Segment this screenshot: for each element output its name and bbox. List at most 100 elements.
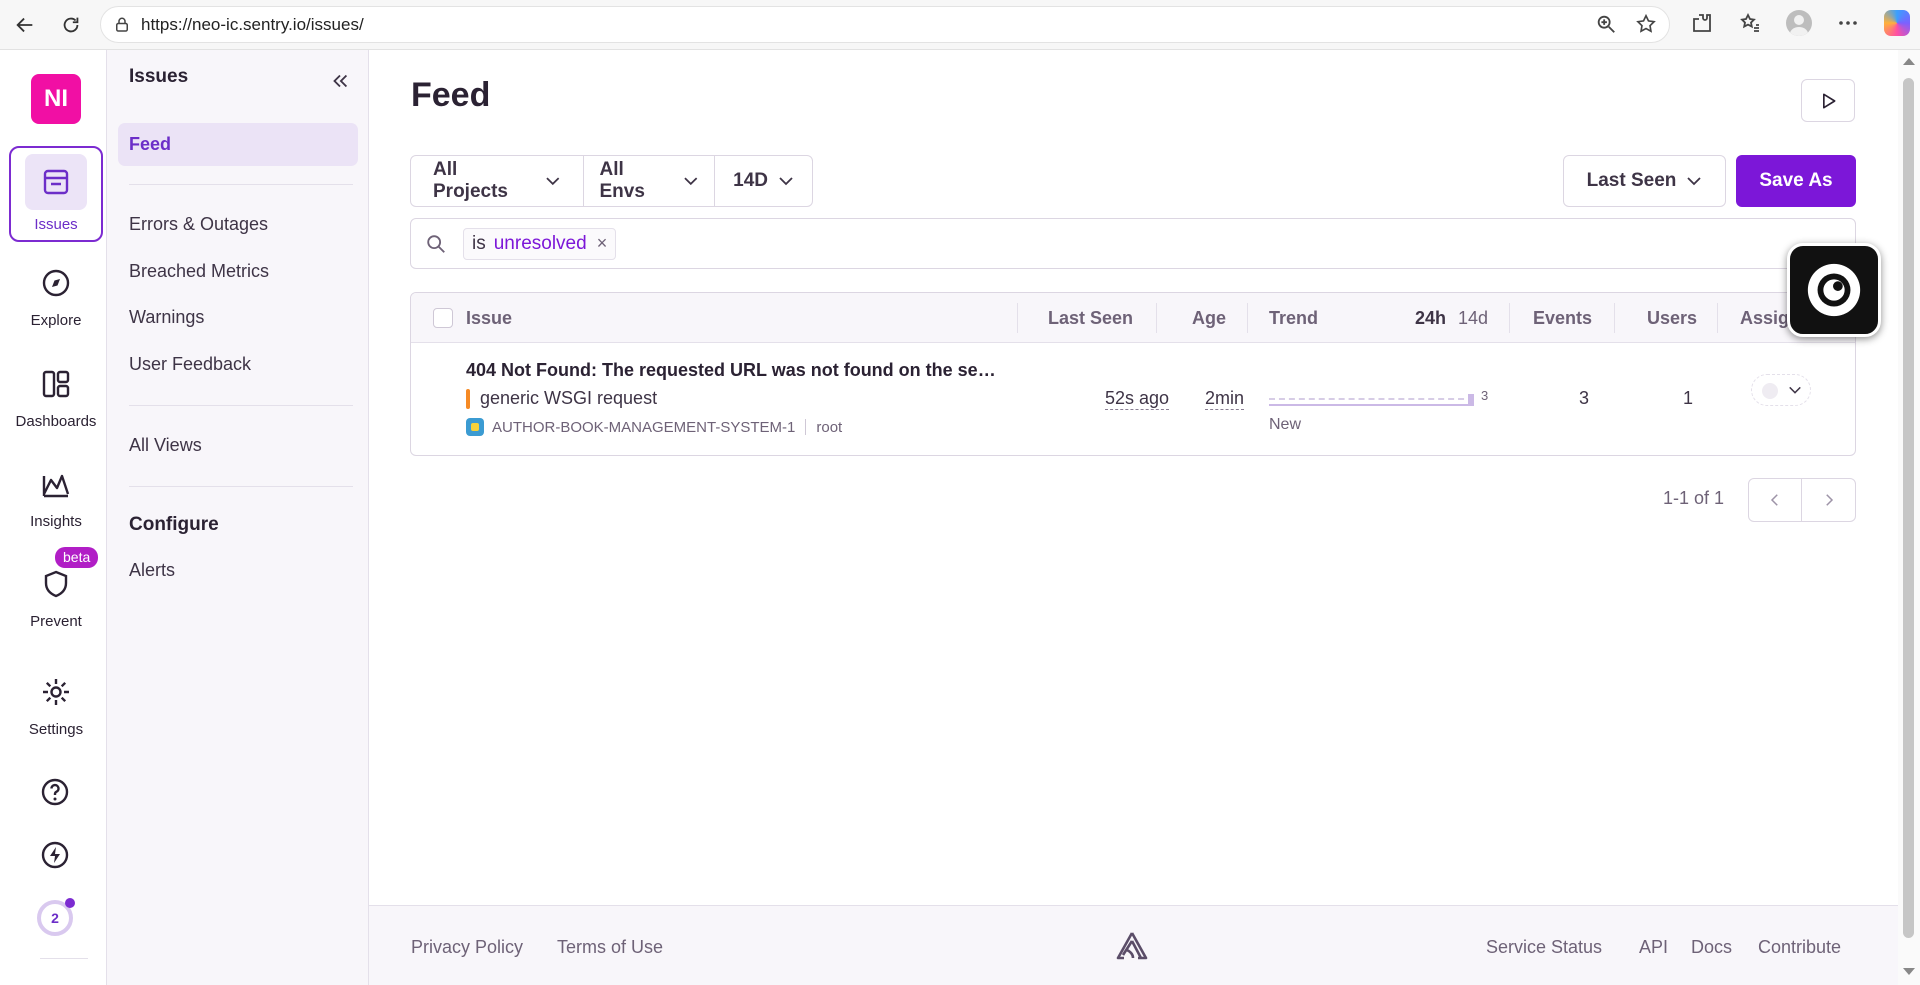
header-trend: Trend [1269, 307, 1319, 328]
api-link[interactable]: API [1639, 937, 1668, 958]
insights-icon [42, 474, 70, 498]
save-as-button[interactable]: Save As [1736, 155, 1856, 207]
help-button[interactable] [35, 772, 75, 812]
star-icon[interactable] [1635, 13, 1657, 35]
rail-item-issues[interactable]: Issues [9, 146, 103, 242]
logger-name: root [816, 418, 843, 436]
issue-table: Issue Last Seen Age Trend 24h 14d Events… [410, 292, 1856, 456]
trend-sparkline: 3 New [1269, 376, 1489, 436]
gear-icon [43, 679, 69, 705]
reload-button[interactable] [56, 10, 86, 40]
users-count: 1 [1683, 388, 1694, 408]
events-count: 3 [1579, 388, 1590, 408]
issue-culprit: generic WSGI request [466, 388, 657, 409]
copilot-icon[interactable] [1884, 10, 1910, 36]
secnav-item-all-views[interactable]: All Views [118, 424, 358, 467]
profile-avatar[interactable] [1786, 10, 1812, 36]
primary-nav-rail: NI Issues Explore Dashboards Insights Pr… [0, 50, 107, 985]
secnav-section-configure: Configure [129, 514, 219, 535]
collapse-sidebar-button[interactable] [325, 66, 355, 96]
next-page-button[interactable] [1802, 479, 1855, 521]
rail-item-insights[interactable]: Insights [9, 451, 103, 547]
camera-lens-icon [1807, 263, 1861, 317]
issue-search-bar[interactable]: is unresolved × [410, 218, 1856, 269]
header-users[interactable]: Users [1647, 293, 1697, 343]
project-filter[interactable]: All Projects [411, 156, 584, 206]
address-bar[interactable]: https://neo-ic.sentry.io/issues/ [100, 6, 1670, 43]
browser-chrome: https://neo-ic.sentry.io/issues/ [0, 0, 1920, 50]
select-all-checkbox[interactable] [433, 308, 453, 328]
assignee-selector[interactable] [1751, 374, 1811, 406]
terms-of-use-link[interactable]: Terms of Use [557, 937, 663, 958]
shield-icon [44, 570, 68, 598]
favorites-icon[interactable] [1738, 11, 1762, 35]
header-age[interactable]: Age [1192, 293, 1226, 343]
secnav-item-feed[interactable]: Feed [118, 123, 358, 166]
sort-dropdown[interactable]: Last Seen [1563, 155, 1726, 207]
secnav-item-user-feedback[interactable]: User Feedback [118, 343, 358, 386]
zoom-icon[interactable] [1595, 13, 1617, 35]
privacy-policy-link[interactable]: Privacy Policy [411, 937, 523, 958]
url-text: https://neo-ic.sentry.io/issues/ [141, 14, 364, 34]
issues-icon [43, 169, 69, 195]
secnav-divider [129, 405, 353, 406]
header-events[interactable]: Events [1533, 293, 1592, 343]
issue-meta: AUTHOR-BOOK-MANAGEMENT-SYSTEM-1 root [466, 418, 842, 436]
help-icon [41, 778, 69, 806]
chevron-left-icon [1770, 494, 1778, 506]
secnav-divider [129, 486, 353, 487]
scrollbar-thumb[interactable] [1903, 78, 1914, 938]
dashboards-icon [42, 370, 70, 398]
play-icon [1823, 93, 1836, 108]
secnav-item-warnings[interactable]: Warnings [118, 296, 358, 339]
org-avatar[interactable]: NI [31, 74, 81, 124]
docs-link[interactable]: Docs [1691, 937, 1732, 958]
page-filter-bar: All Projects All Envs 14D [410, 155, 813, 207]
reload-icon [63, 17, 79, 32]
page-scrollbar[interactable] [1898, 50, 1920, 985]
more-icon[interactable] [1836, 11, 1860, 35]
unassigned-avatar [1762, 383, 1778, 399]
onboarding-progress[interactable]: 2 [37, 898, 75, 936]
contribute-link[interactable]: Contribute [1758, 937, 1841, 958]
lightning-icon [41, 841, 69, 869]
secnav-item-errors-outages[interactable]: Errors & Outages [118, 203, 358, 246]
sentry-logo-icon [1116, 932, 1148, 960]
previous-page-button[interactable] [1749, 479, 1803, 521]
rail-item-dashboards[interactable]: Dashboards [9, 351, 103, 447]
table-row[interactable]: 404 Not Found: The requested URL was not… [411, 344, 1855, 455]
rail-item-explore[interactable]: Explore [9, 250, 103, 346]
rail-divider [40, 958, 88, 959]
environment-filter[interactable]: All Envs [584, 156, 716, 206]
pagination-caption: 1-1 of 1 [1663, 488, 1725, 508]
realtime-play-button[interactable] [1801, 79, 1855, 122]
age-value: 2min [1205, 388, 1245, 410]
page-footer: Privacy Policy Terms of Use Service Stat… [369, 905, 1898, 985]
main-content: Feed All Projects All Envs 14D Last Seen… [369, 50, 1898, 985]
rail-item-settings[interactable]: Settings [9, 659, 103, 755]
service-status-link[interactable]: Service Status [1486, 937, 1602, 958]
remove-token-icon[interactable]: × [597, 233, 608, 254]
back-button[interactable] [10, 10, 40, 40]
beta-badge: beta [55, 547, 99, 568]
extensions-icon[interactable] [1690, 11, 1714, 35]
secnav-item-breached-metrics[interactable]: Breached Metrics [118, 250, 358, 293]
arrow-left-icon [16, 17, 33, 32]
trend-14d-toggle[interactable]: 14d [1458, 293, 1488, 343]
secnav-title: Issues [129, 66, 189, 87]
short-id[interactable]: AUTHOR-BOOK-MANAGEMENT-SYSTEM-1 [492, 419, 795, 436]
header-last-seen[interactable]: Last Seen [1048, 293, 1133, 343]
pagination-controls [1748, 478, 1856, 522]
secnav-item-alerts[interactable]: Alerts [118, 549, 358, 592]
chevron-down-icon [546, 177, 560, 186]
trend-24h-toggle[interactable]: 24h [1415, 293, 1446, 343]
compass-icon [42, 269, 70, 297]
issue-title[interactable]: 404 Not Found: The requested URL was not… [466, 360, 996, 381]
screen-recorder-button[interactable] [1787, 243, 1881, 337]
search-token[interactable]: is unresolved × [463, 227, 617, 260]
whats-new-button[interactable] [35, 835, 75, 875]
chevron-down-icon [779, 177, 793, 186]
trend-count: 3 [1481, 388, 1489, 403]
page-title: Feed [411, 76, 491, 114]
date-range-filter[interactable]: 14D [715, 156, 812, 206]
